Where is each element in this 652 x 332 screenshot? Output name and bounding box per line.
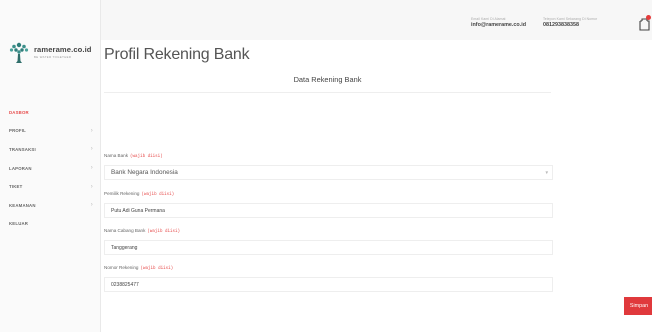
email-contact: Email Kami Di Alamat info@ramerame.co.id (471, 17, 526, 28)
brand-name: ramerame.co.id (34, 45, 92, 54)
phone-label: Telepon Kami Sekarang Di Nomor (543, 17, 598, 21)
email-value[interactable]: info@ramerame.co.id (471, 22, 526, 28)
sidebar-item-profil[interactable]: PROFIL › (0, 122, 101, 141)
email-label: Email Kami Di Alamat (471, 17, 506, 21)
bank-name-value: Bank Negara Indonesia (111, 169, 178, 176)
branch-value: Tanggerang (111, 244, 138, 251)
bank-name-label: Nama Bank (wajib diisi) (104, 153, 163, 159)
account-number-value: 0238825477 (111, 281, 139, 288)
branch-label: Nama Cabang Bank (wajib diisi) (104, 228, 180, 234)
bank-name-select[interactable]: Bank Negara Indonesia ▼ (104, 165, 553, 180)
field-label-text: Nomor Rekening (104, 265, 139, 270)
field-label-text: Nama Bank (104, 153, 129, 158)
chevron-right-icon: › (90, 202, 93, 209)
chevron-right-icon: › (90, 165, 93, 172)
divider (104, 92, 551, 93)
sidebar-item-keamanan[interactable]: KEAMANAN › (0, 196, 101, 215)
sidebar-item-laporan[interactable]: LAPORAN › (0, 159, 101, 178)
tree-logo-icon (9, 42, 29, 63)
field-label-text: Nama Cabang Bank (104, 228, 146, 233)
chevron-right-icon: › (90, 183, 93, 190)
notification-badge (646, 15, 651, 20)
required-hint: (wajib diisi) (141, 193, 175, 197)
account-number-label: Nomor Rekening (wajib diisi) (104, 265, 173, 271)
phone-value[interactable]: 081293838358 (543, 22, 597, 28)
page-title: Profil Rekening Bank (104, 46, 250, 63)
sidebar-item-label: PROFIL (9, 128, 26, 134)
chevron-down-icon: ▼ (544, 170, 549, 175)
field-label-text: Pemilik Rekening (104, 191, 140, 196)
sidebar-item-tiket[interactable]: TIKET › (0, 177, 101, 196)
owner-value: Putu Adi Guna Permana (111, 207, 165, 214)
sidebar-item-label: KEAMANAN (9, 202, 36, 208)
sidebar-item-keluar[interactable]: KELUAR (0, 215, 101, 234)
sidebar-menu: DASBOR PROFIL › TRANSAKSI › LAPORAN › TI… (0, 103, 101, 233)
save-button[interactable]: Simpan (624, 297, 652, 315)
chevron-right-icon: › (90, 127, 93, 134)
phone-contact: Telepon Kami Sekarang Di Nomor 081293838… (543, 17, 597, 28)
owner-input[interactable]: Putu Adi Guna Permana (104, 203, 553, 218)
branch-input[interactable]: Tanggerang (104, 240, 553, 255)
top-header: Email Kami Di Alamat info@ramerame.co.id… (101, 0, 652, 40)
sidebar-item-label: DASBOR (9, 109, 29, 115)
brand-logo[interactable]: ramerame.co.id BE WATER TOGETHER (8, 39, 96, 65)
owner-label: Pemilik Rekening (wajib diisi) (104, 191, 174, 197)
sidebar-item-label: TIKET (9, 184, 23, 190)
sidebar: ramerame.co.id BE WATER TOGETHER DASBOR … (0, 0, 101, 332)
sidebar-item-transaksi[interactable]: TRANSAKSI › (0, 140, 101, 159)
account-number-input[interactable]: 0238825477 (104, 277, 553, 292)
chevron-right-icon: › (90, 146, 93, 153)
card-title: Data Rekening Bank (293, 75, 362, 84)
sidebar-item-dasbor[interactable]: DASBOR (0, 103, 101, 122)
sidebar-item-label: TRANSAKSI (9, 146, 36, 152)
brand-tagline: BE WATER TOGETHER (34, 55, 72, 59)
sidebar-item-label: LAPORAN (9, 165, 32, 171)
required-hint: (wajib diisi) (130, 155, 163, 159)
required-hint: (wajib diisi) (140, 267, 174, 271)
required-hint: (wajib diisi) (147, 230, 181, 234)
sidebar-item-label: KELUAR (9, 221, 29, 227)
